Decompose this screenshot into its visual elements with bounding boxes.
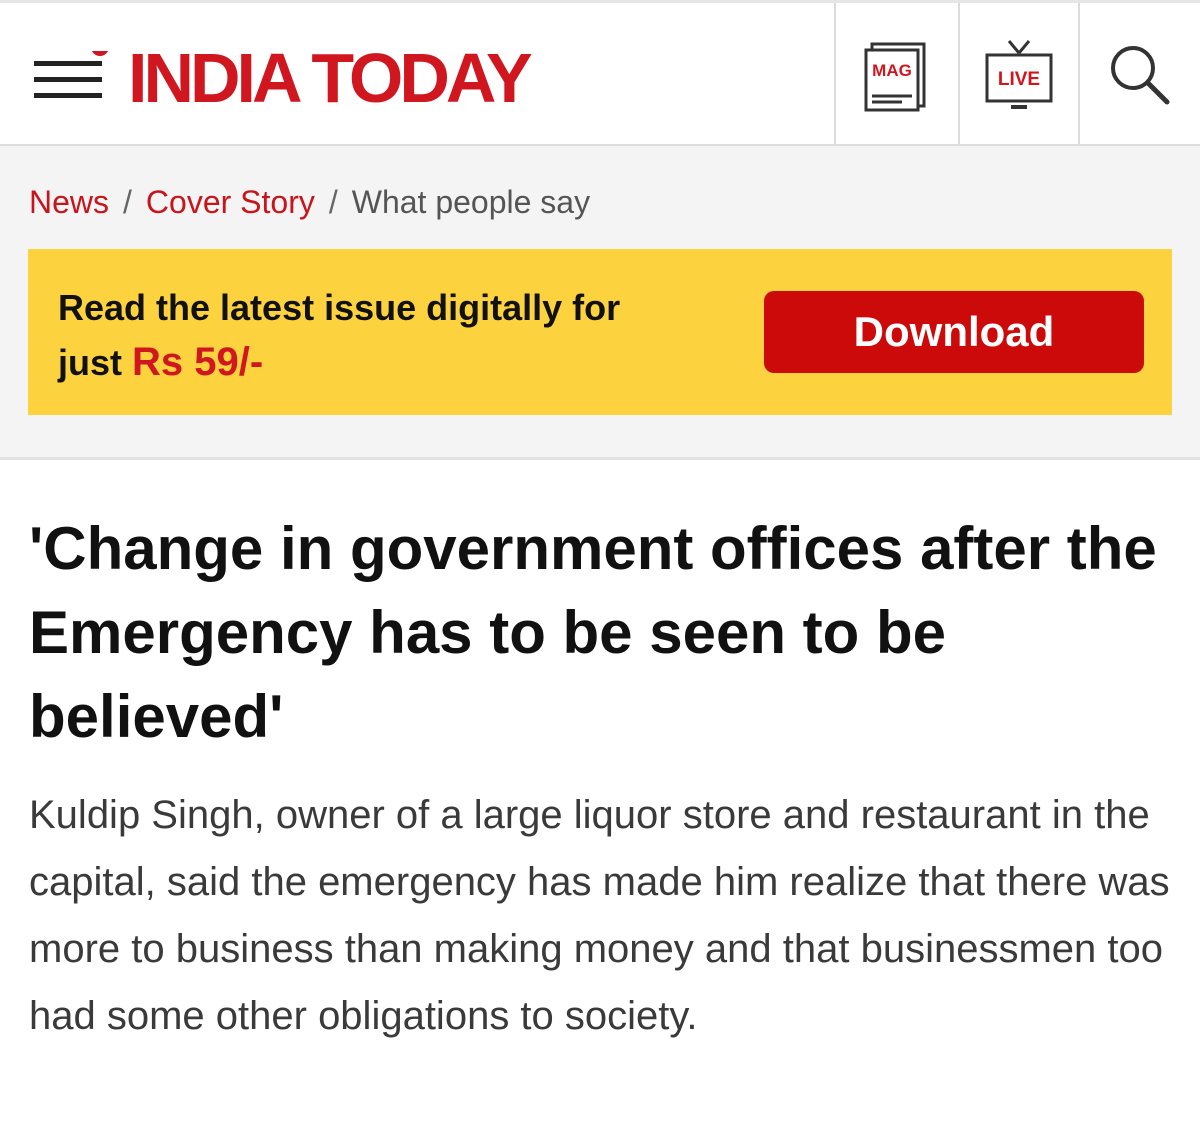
- download-button[interactable]: Download: [764, 291, 1144, 373]
- subscription-banner: Read the latest issue digitally for just…: [28, 249, 1172, 415]
- article-headline: 'Change in government offices after the …: [29, 515, 1157, 750]
- site-header: INDIA TODAY MAG LIVE: [0, 0, 1200, 147]
- search-button[interactable]: [1078, 3, 1200, 147]
- breadcrumb-cover-story[interactable]: Cover Story: [146, 184, 315, 220]
- banner-prefix: just: [58, 342, 133, 383]
- breadcrumb-separator: /: [123, 184, 132, 220]
- banner-line1: Read the latest issue digitally for: [58, 287, 621, 328]
- magazine-icon: MAG: [864, 42, 926, 112]
- svg-text:MAG: MAG: [872, 61, 912, 80]
- banner-text: Read the latest issue digitally for just…: [58, 281, 738, 390]
- banner-price: Rs 59/-: [132, 340, 264, 384]
- live-tv-icon: LIVE: [985, 40, 1053, 109]
- article-summary: Kuldip Singh, owner of a large liquor st…: [29, 793, 1170, 1038]
- live-tv-button[interactable]: LIVE: [958, 3, 1078, 147]
- magazine-button[interactable]: MAG: [834, 3, 958, 147]
- breadcrumb: News / Cover Story / What people say: [29, 183, 590, 221]
- search-icon: [1111, 46, 1170, 105]
- hamburger-menu-icon[interactable]: [34, 38, 110, 103]
- breadcrumb-current: What people say: [351, 184, 591, 220]
- breadcrumb-separator: /: [328, 184, 338, 220]
- breadcrumb-news[interactable]: News: [29, 184, 109, 220]
- svg-text:LIVE: LIVE: [998, 69, 1040, 90]
- site-logo[interactable]: INDIA TODAY: [128, 33, 533, 123]
